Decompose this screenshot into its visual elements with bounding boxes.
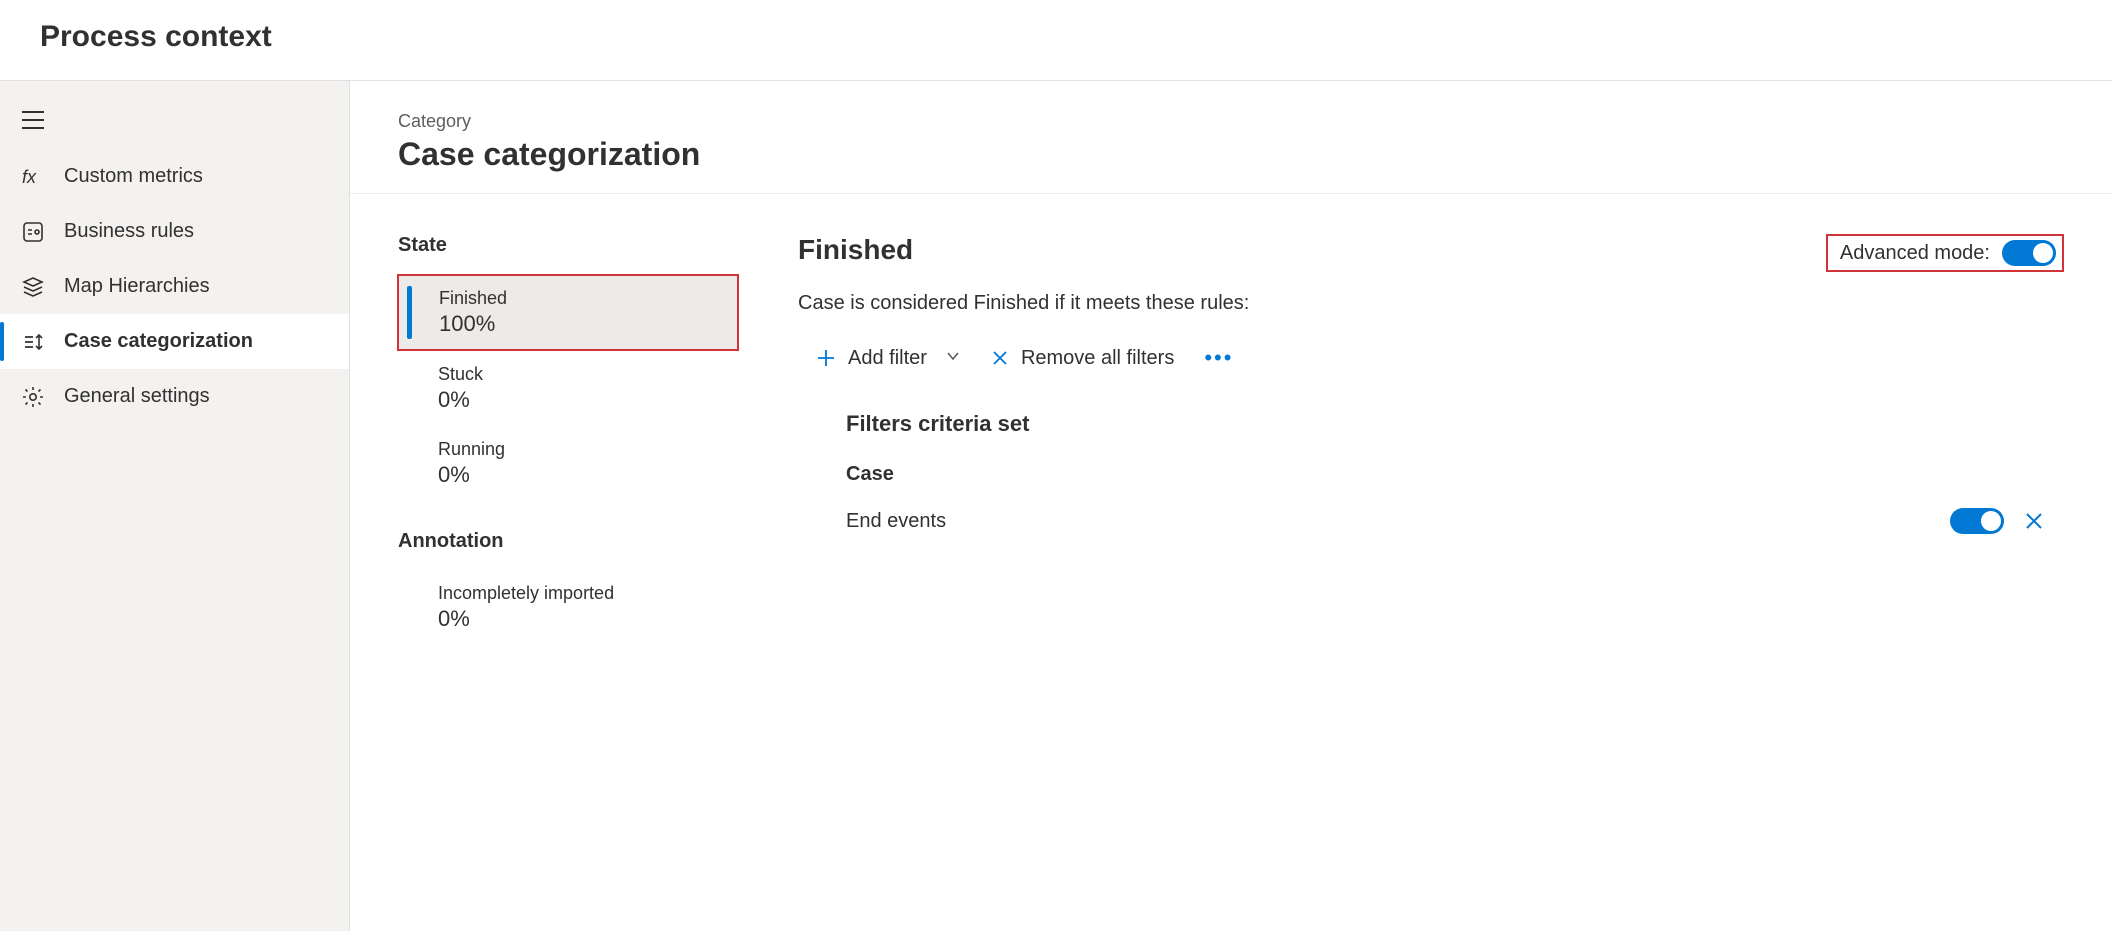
annotation-heading: Annotation [398, 530, 738, 553]
remove-all-filters-button[interactable]: Remove all filters [991, 347, 1174, 370]
filter-actions: Add filter Remove all filters ••• [798, 345, 2064, 371]
remove-all-label: Remove all filters [1021, 347, 1174, 370]
advanced-mode-box: Advanced mode: [1826, 234, 2064, 272]
main-header: Category Case categorization [350, 81, 2112, 194]
sidebar-item-general-settings[interactable]: General settings [0, 369, 349, 424]
detail-description: Case is considered Finished if it meets … [798, 292, 2064, 315]
state-value: 100% [439, 311, 727, 337]
page-title: Process context [40, 20, 2072, 54]
advanced-mode-toggle[interactable] [2002, 240, 2056, 266]
sidebar-item-case-categorization[interactable]: Case categorization [0, 314, 349, 369]
hamburger-icon [22, 111, 44, 129]
rule-row-end-events: End events [846, 508, 2064, 534]
add-filter-label: Add filter [848, 347, 927, 370]
category-label: Category [398, 111, 2064, 132]
right-column: Finished Advanced mode: Case is consider… [798, 234, 2064, 646]
state-value: 0% [438, 387, 728, 413]
left-column: State Finished 100% Stuck 0% Running 0% … [398, 234, 738, 646]
svg-text:fx: fx [22, 167, 37, 187]
state-item-running[interactable]: Running 0% [398, 427, 738, 500]
state-value: 0% [438, 462, 728, 488]
more-actions-button[interactable]: ••• [1204, 345, 1233, 371]
sidebar-item-custom-metrics[interactable]: fx Custom metrics [0, 149, 349, 204]
annotation-value: 0% [438, 606, 728, 632]
rule-remove-button[interactable] [2024, 511, 2044, 531]
sidebar-item-label: Business rules [64, 220, 194, 243]
gear-icon [22, 386, 44, 408]
main-content: Category Case categorization State Finis… [350, 81, 2112, 931]
layout: fx Custom metrics Business rules Map Hie… [0, 81, 2112, 931]
content: State Finished 100% Stuck 0% Running 0% … [350, 194, 2112, 686]
fx-icon: fx [22, 166, 44, 188]
rule-name: End events [846, 510, 946, 533]
categorization-icon [22, 331, 44, 353]
add-filter-button[interactable]: Add filter [816, 347, 961, 370]
sidebar-item-label: Custom metrics [64, 165, 203, 188]
category-name: Case categorization [398, 136, 2064, 173]
state-item-finished[interactable]: Finished 100% [398, 275, 738, 350]
state-heading: State [398, 234, 738, 257]
chevron-down-icon [945, 347, 961, 370]
state-name: Finished [439, 288, 727, 309]
advanced-mode-label: Advanced mode: [1840, 242, 1990, 265]
sidebar-item-label: Map Hierarchies [64, 275, 210, 298]
plus-icon [816, 348, 836, 368]
state-name: Running [438, 439, 728, 460]
state-name: Stuck [438, 364, 728, 385]
x-icon [991, 349, 1009, 367]
hamburger-menu[interactable] [0, 101, 349, 149]
sidebar-item-label: Case categorization [64, 330, 253, 353]
sidebar-item-business-rules[interactable]: Business rules [0, 204, 349, 259]
app-header: Process context [0, 0, 2112, 81]
close-icon [2024, 511, 2044, 531]
sidebar-item-label: General settings [64, 385, 210, 408]
state-item-stuck[interactable]: Stuck 0% [398, 352, 738, 425]
detail-title: Finished [798, 234, 913, 266]
annotation-name: Incompletely imported [438, 583, 728, 604]
more-icon: ••• [1204, 345, 1233, 370]
criteria-section: Filters criteria set Case End events [798, 411, 2064, 534]
criteria-group-heading: Case [846, 463, 2064, 486]
annotation-item-incomplete[interactable]: Incompletely imported 0% [398, 571, 738, 644]
rule-controls [1950, 508, 2044, 534]
detail-header: Finished Advanced mode: [798, 234, 2064, 272]
sidebar-item-map-hierarchies[interactable]: Map Hierarchies [0, 259, 349, 314]
rule-toggle[interactable] [1950, 508, 2004, 534]
criteria-heading: Filters criteria set [846, 411, 2064, 437]
rules-icon [22, 222, 44, 242]
sidebar: fx Custom metrics Business rules Map Hie… [0, 81, 350, 931]
layers-icon [22, 276, 44, 298]
